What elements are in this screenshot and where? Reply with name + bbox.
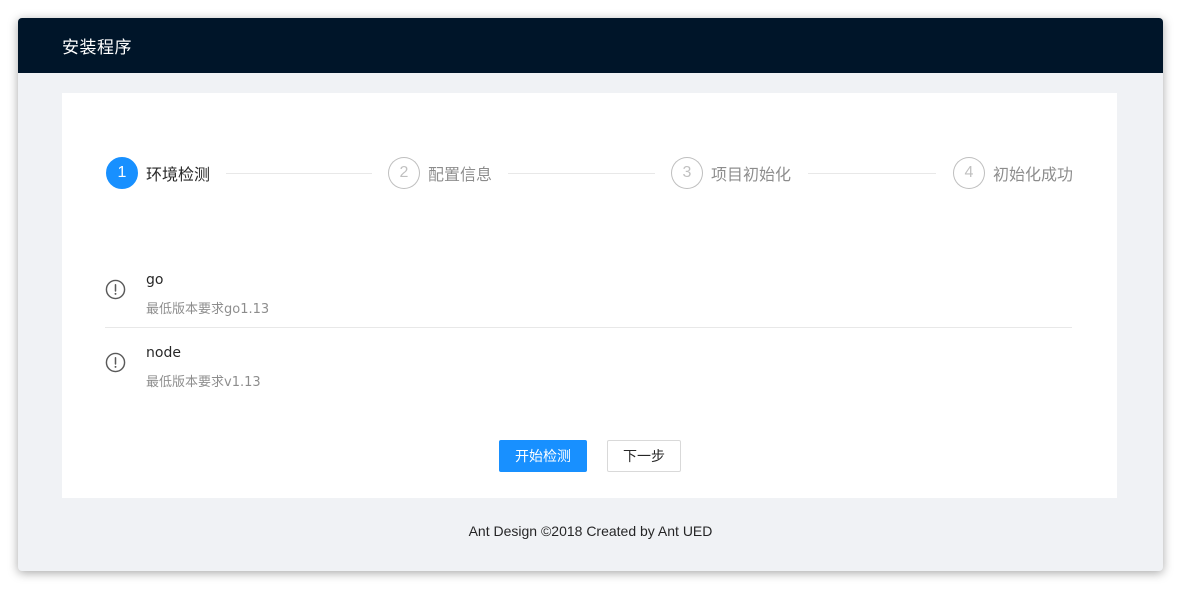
step-number-badge: 2 [388, 157, 420, 189]
step-connector [226, 172, 372, 174]
next-step-button[interactable]: 下一步 [607, 440, 681, 472]
list-item: node 最低版本要求v1.13 [105, 328, 1072, 401]
list-item: go 最低版本要求go1.13 [105, 255, 1072, 328]
step-title: 环境检测 [146, 165, 211, 184]
step-config-info: 2 配置信息 [388, 157, 492, 189]
step-connector [808, 172, 936, 174]
step-number-badge: 3 [671, 157, 703, 189]
check-requirement: 最低版本要求go1.13 [146, 302, 270, 317]
step-environment-check: 1 环境检测 [106, 157, 210, 189]
check-name: node [146, 345, 181, 361]
step-init-success: 4 初始化成功 [953, 157, 1073, 189]
top-header: 安装程序 [18, 18, 1163, 73]
step-title: 项目初始化 [711, 165, 792, 184]
check-requirement: 最低版本要求v1.13 [146, 375, 261, 390]
step-project-init: 3 项目初始化 [671, 157, 791, 189]
step-number-badge: 4 [953, 157, 985, 189]
footer-text: Ant Design ©2018 Created by Ant UED [468, 523, 713, 539]
steps-bar: 1 环境检测 2 配置信息 3 项目初始化 4 初始化成功 [106, 157, 1073, 189]
installer-window: 安装程序 1 环境检测 2 配置信息 3 项目初始化 4 初始化成功 go 最低… [18, 18, 1163, 571]
check-name: go [146, 272, 164, 288]
step-connector [508, 172, 655, 174]
app-title: 安装程序 [62, 38, 132, 58]
exclamation-circle-icon [105, 279, 126, 300]
exclamation-circle-icon [105, 352, 126, 373]
content-card: 1 环境检测 2 配置信息 3 项目初始化 4 初始化成功 go 最低版本要求g… [62, 93, 1117, 498]
start-check-button[interactable]: 开始检测 [499, 440, 587, 472]
step-title: 初始化成功 [993, 165, 1074, 184]
step-number-badge: 1 [106, 157, 138, 189]
environment-check-list: go 最低版本要求go1.13 node 最低版本要求v1.13 [105, 255, 1072, 401]
step-title: 配置信息 [428, 165, 493, 184]
